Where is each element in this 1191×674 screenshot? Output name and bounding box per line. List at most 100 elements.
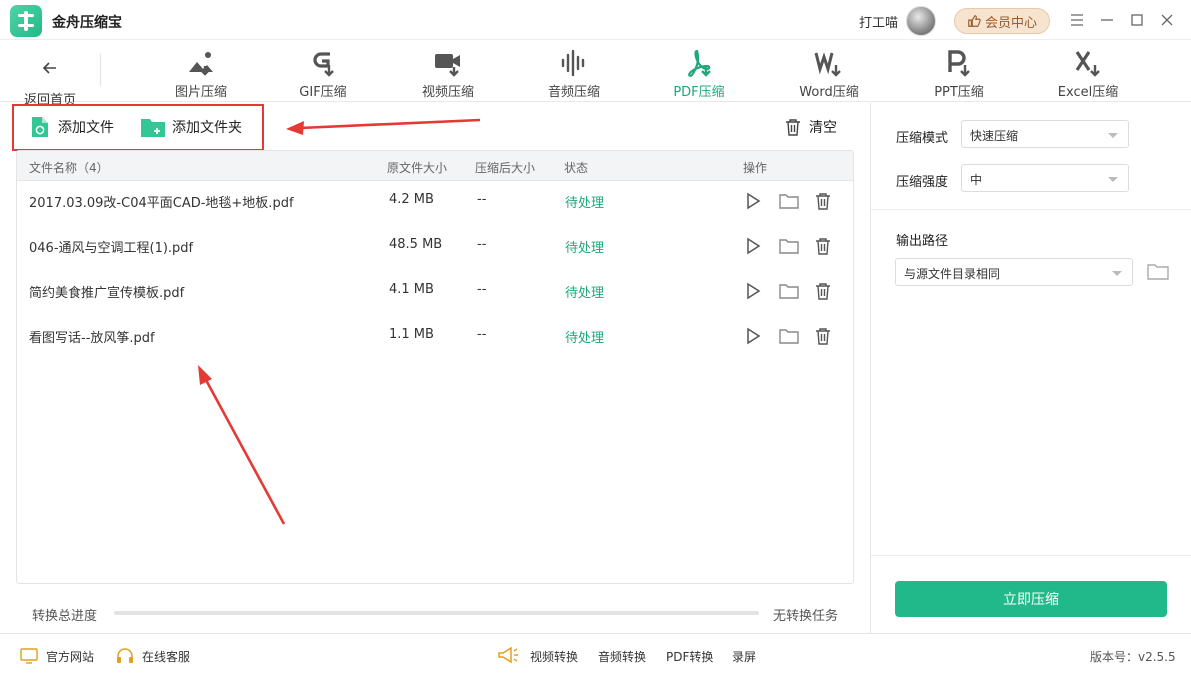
- audio-icon: [561, 49, 585, 77]
- open-folder-icon[interactable]: [779, 236, 799, 256]
- tab-label: Excel压缩: [1057, 85, 1119, 100]
- thumbs-up-icon: [968, 15, 981, 27]
- gif-icon: [313, 52, 334, 77]
- vip-center-button[interactable]: 会员中心: [954, 8, 1050, 34]
- header-status: 状态: [564, 161, 589, 175]
- table-row[interactable]: 046-通风与空调工程(1).pdf 48.5 MB -- 待处理: [17, 224, 853, 269]
- word-icon: [814, 52, 841, 77]
- avatar[interactable]: [906, 6, 936, 36]
- chevron-down-icon: [1112, 271, 1122, 276]
- username[interactable]: 打工喵: [859, 12, 898, 31]
- header-file-name: 文件名称（4）: [29, 161, 109, 175]
- headset-icon: [117, 648, 133, 663]
- pdf-icon: [688, 49, 711, 77]
- image-icon: [189, 52, 213, 76]
- delete-icon[interactable]: [813, 236, 833, 256]
- app-title: 金舟压缩宝: [52, 15, 122, 31]
- table-row[interactable]: 看图写话--放风筝.pdf 1.1 MB -- 待处理: [17, 314, 853, 359]
- tab-label: Word压缩: [799, 85, 859, 100]
- chevron-down-icon: [1108, 133, 1118, 138]
- megaphone-icon: [498, 646, 518, 664]
- official-website-link[interactable]: 官方网站: [20, 647, 94, 665]
- output-path-label: 输出路径: [896, 234, 949, 249]
- header-original-size: 原文件大小: [387, 161, 448, 175]
- play-icon[interactable]: [743, 236, 763, 256]
- version-text: 版本号：v2.5.5: [1090, 650, 1176, 664]
- strength-label: 压缩强度: [896, 175, 949, 190]
- output-path-select[interactable]: 与源文件目录相同: [895, 258, 1133, 286]
- close-icon[interactable]: [1157, 10, 1177, 30]
- monitor-icon: [20, 648, 38, 664]
- delete-icon[interactable]: [813, 191, 833, 211]
- online-support-label: 在线客服: [142, 649, 191, 664]
- online-support-link[interactable]: 在线客服: [116, 647, 190, 665]
- file-table: 文件名称（4） 原文件大小 压缩后大小 状态 操作 2017.03.09改-C0…: [16, 150, 854, 584]
- mode-value: 快速压缩: [970, 129, 1019, 143]
- open-folder-icon[interactable]: [779, 281, 799, 301]
- play-icon[interactable]: [743, 191, 763, 211]
- footer-link-pdf-convert[interactable]: PDF转换: [666, 647, 713, 665]
- compressed-size: --: [477, 192, 487, 207]
- tab-audio-compress[interactable]: 音频压缩: [519, 44, 629, 100]
- minimize-icon[interactable]: [1097, 10, 1117, 30]
- compressed-size: --: [477, 237, 487, 252]
- delete-icon[interactable]: [813, 281, 833, 301]
- tab-label: PPT压缩: [934, 85, 984, 100]
- mode-select[interactable]: 快速压缩: [961, 120, 1129, 148]
- app-logo-icon: [10, 5, 42, 37]
- tab-ppt-compress[interactable]: PPT压缩: [904, 44, 1014, 100]
- progress-bar-row: 转换总进度 无转换任务: [0, 596, 870, 628]
- add-file-icon: [32, 117, 48, 137]
- open-folder-icon[interactable]: [779, 326, 799, 346]
- progress-label: 转换总进度: [32, 609, 98, 624]
- open-folder-icon[interactable]: [779, 191, 799, 211]
- excel-icon: [1075, 51, 1100, 77]
- file-name: 简约美食推广宣传模板.pdf: [29, 286, 185, 301]
- browse-folder-icon[interactable]: [1147, 263, 1169, 281]
- tab-image-compress[interactable]: 图片压缩: [146, 44, 256, 100]
- mode-label: 压缩模式: [896, 131, 949, 146]
- menu-icon[interactable]: [1067, 10, 1087, 30]
- clear-button[interactable]: 清空: [785, 115, 837, 139]
- compress-now-button[interactable]: 立即压缩: [895, 581, 1167, 617]
- tab-label: 视频压缩: [421, 85, 474, 100]
- footer-link-video-convert[interactable]: 视频转换: [530, 647, 578, 665]
- tab-pdf-compress[interactable]: PDF压缩: [644, 44, 754, 100]
- tab-label: GIF压缩: [299, 85, 347, 100]
- tab-label: 音频压缩: [547, 85, 600, 100]
- clear-label: 清空: [809, 120, 837, 136]
- progress-track: [114, 611, 759, 615]
- arrow-left-icon: [42, 62, 56, 74]
- add-folder-button[interactable]: 添加文件夹: [140, 114, 242, 140]
- tab-excel-compress[interactable]: Excel压缩: [1033, 44, 1143, 100]
- file-size: 4.1 MB: [389, 282, 434, 297]
- add-folder-icon: [141, 119, 165, 137]
- output-path-value: 与源文件目录相同: [904, 267, 1001, 281]
- file-size: 4.2 MB: [389, 192, 434, 207]
- footer-link-screen-record[interactable]: 录屏: [732, 647, 756, 665]
- footer-link-audio-convert[interactable]: 音频转换: [598, 647, 646, 665]
- table-row[interactable]: 2017.03.09改-C04平面CAD-地毯+地板.pdf 4.2 MB --…: [17, 179, 853, 224]
- annotation-arrow-horizontal: [299, 118, 481, 130]
- tab-gif-compress[interactable]: GIF压缩: [268, 44, 378, 100]
- add-file-button[interactable]: 添加文件: [30, 114, 114, 140]
- strength-select[interactable]: 中: [961, 164, 1129, 192]
- tab-word-compress[interactable]: Word压缩: [774, 44, 884, 100]
- progress-status: 无转换任务: [773, 609, 839, 624]
- footer-bar: 官方网站 在线客服 视频转换 音频转换 PDF转换 录屏 版本号：v2.5.5: [0, 633, 1191, 674]
- delete-icon[interactable]: [813, 326, 833, 346]
- table-row[interactable]: 简约美食推广宣传模板.pdf 4.1 MB -- 待处理: [17, 269, 853, 314]
- divider: [871, 555, 1191, 556]
- maximize-icon[interactable]: [1127, 10, 1147, 30]
- play-icon[interactable]: [743, 281, 763, 301]
- file-size: 48.5 MB: [389, 237, 443, 252]
- play-icon[interactable]: [743, 326, 763, 346]
- toolbar-divider: [100, 54, 101, 86]
- tab-video-compress[interactable]: 视频压缩: [393, 44, 503, 100]
- tab-label: 图片压缩: [174, 85, 227, 100]
- add-folder-label: 添加文件夹: [172, 120, 242, 136]
- status-text: 待处理: [565, 286, 605, 301]
- status-text: 待处理: [565, 196, 605, 211]
- back-home-button[interactable]: 返回首页: [18, 48, 82, 108]
- vip-center-label: 会员中心: [984, 15, 1037, 31]
